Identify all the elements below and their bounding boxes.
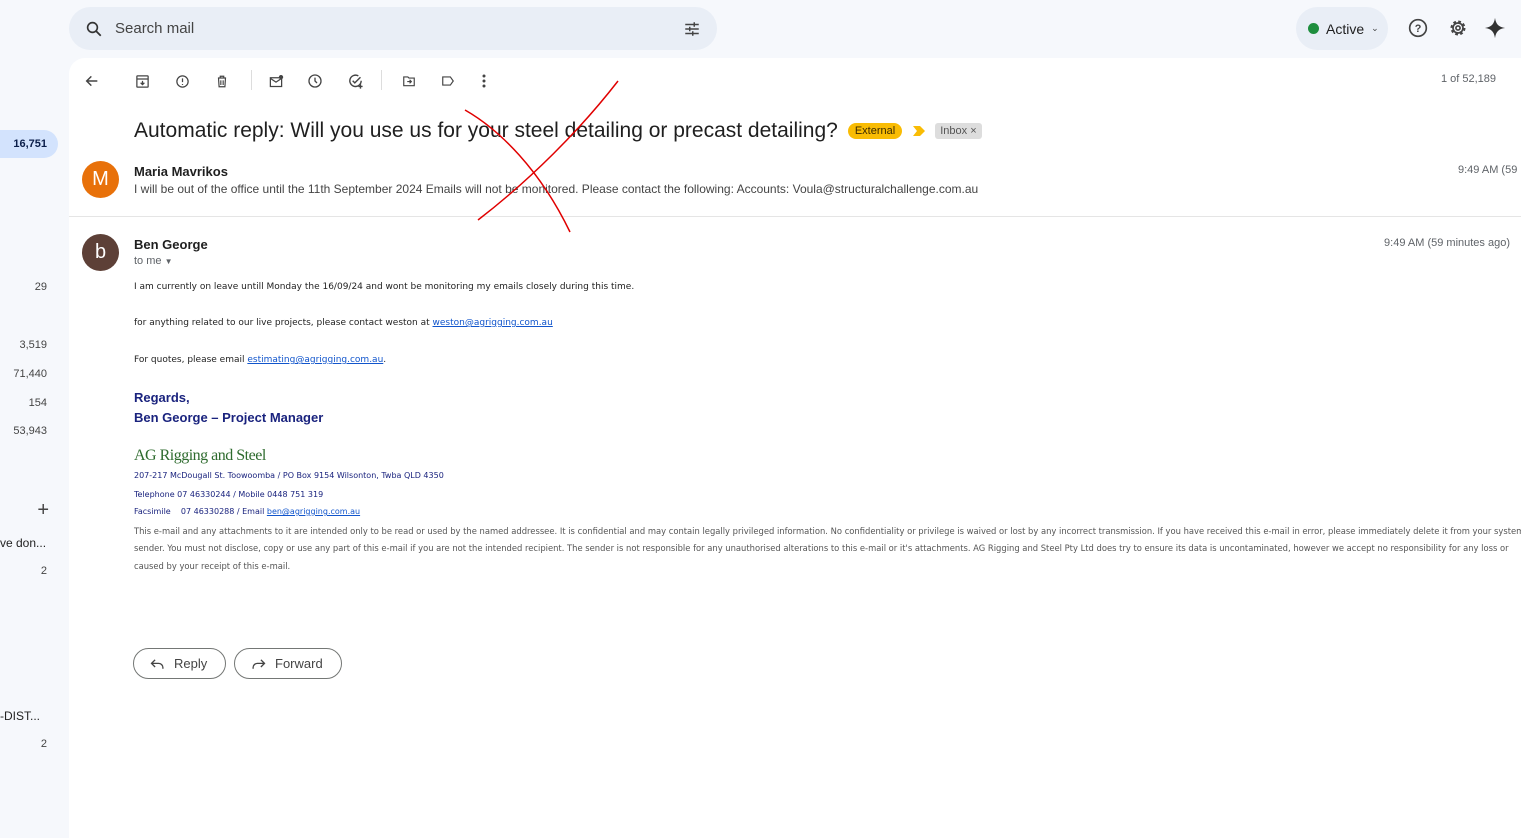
sidebar: 16,751 29 3,519 71,440 154 53,943 + ve d…: [0, 0, 69, 832]
body-line: I am currently on leave untill Monday th…: [134, 282, 635, 292]
reply-label: Reply: [174, 656, 208, 671]
external-badge: External: [847, 123, 903, 139]
search-input[interactable]: [115, 20, 683, 37]
message-view: 1 of 52,189 Automatic reply: Will you us…: [69, 58, 1521, 838]
status-selector[interactable]: Active ⌄: [1296, 7, 1388, 50]
fax-text: Facsimile 07 46330288 / Email: [134, 507, 267, 516]
reply-button[interactable]: Reply: [133, 648, 227, 679]
sidebar-label[interactable]: -DIST...: [0, 709, 40, 723]
sidebar-count[interactable]: 53,943: [13, 425, 47, 437]
back-arrow-icon[interactable]: [81, 70, 103, 92]
reply-arrow-icon: [150, 658, 164, 669]
sidebar-count[interactable]: 2: [41, 565, 47, 577]
disclaimer-line: This e-mail and any attachments to it ar…: [134, 526, 1521, 536]
recipient-text: to me: [134, 255, 162, 267]
sidebar-count[interactable]: 3,519: [19, 339, 47, 351]
search-icon[interactable]: [85, 20, 103, 38]
disclaimer-line: sender. You must not disclose, copy or u…: [134, 543, 1509, 553]
sender-name[interactable]: Maria Mavrikos: [134, 164, 228, 179]
sidebar-count[interactable]: 2: [41, 738, 47, 750]
delete-trash-icon[interactable]: [211, 70, 233, 92]
email-link[interactable]: weston@agrigging.com.au: [433, 318, 553, 328]
snooze-clock-icon[interactable]: [304, 70, 326, 92]
add-label-button[interactable]: +: [37, 499, 49, 522]
email-link[interactable]: ben@agrigging.com.au: [267, 507, 360, 516]
email-link[interactable]: estimating@agrigging.com.au: [247, 355, 383, 365]
sidebar-count[interactable]: 154: [29, 397, 47, 409]
sender-name[interactable]: Ben George: [134, 237, 208, 252]
body-text: For quotes, please email: [134, 355, 248, 365]
sidebar-label[interactable]: ve don...: [0, 536, 46, 550]
subject-text: Automatic reply: Will you use us for you…: [134, 119, 838, 142]
move-to-folder-icon[interactable]: [398, 70, 420, 92]
avatar[interactable]: M: [82, 161, 119, 198]
forward-label: Forward: [275, 656, 323, 671]
forward-arrow-icon: [252, 658, 266, 669]
body-line: For quotes, please email estimating@agri…: [134, 355, 386, 365]
status-label: Active: [1326, 20, 1365, 37]
toolbar-divider: [381, 70, 382, 90]
message-snippet[interactable]: I will be out of the office until the 11…: [134, 182, 978, 196]
body-text: for anything related to our live project…: [134, 318, 433, 328]
settings-gear-icon[interactable]: [1447, 17, 1469, 39]
disclaimer-line: caused by your receipt of this e-mail.: [134, 561, 291, 571]
mark-unread-icon[interactable]: [265, 70, 287, 92]
chevron-down-icon: ⌄: [1371, 23, 1379, 33]
more-options-icon[interactable]: [473, 70, 495, 92]
label-tag-icon[interactable]: [437, 70, 459, 92]
search-options-icon[interactable]: [683, 20, 701, 38]
help-icon[interactable]: ?: [1407, 17, 1429, 39]
importance-marker-icon[interactable]: [913, 126, 926, 136]
svg-text:?: ?: [1415, 23, 1422, 35]
archive-icon[interactable]: [131, 70, 153, 92]
sidebar-count[interactable]: 29: [35, 281, 47, 293]
caret-down-icon[interactable]: ▼: [165, 257, 173, 266]
signature-fax: Facsimile 07 46330288 / Email ben@agrigg…: [134, 507, 360, 516]
message-counter: 1 of 52,189: [1440, 73, 1496, 85]
company-logo: AG Rigging and Steel: [134, 447, 266, 464]
report-spam-icon[interactable]: [171, 70, 193, 92]
signature-regards: Regards,: [134, 390, 190, 405]
add-task-icon[interactable]: [344, 70, 366, 92]
message-time: 9:49 AM (59 minutes ago): [1384, 237, 1510, 249]
thread-subject: Automatic reply: Will you use us for you…: [134, 119, 982, 143]
toolbar-divider: [251, 70, 252, 90]
sidebar-item-inbox-count[interactable]: 16,751: [0, 130, 58, 158]
gemini-sparkle-icon[interactable]: [1484, 17, 1506, 39]
forward-button[interactable]: Forward: [234, 648, 342, 679]
signature-address: 207-217 McDougall St. Toowoomba / PO Box…: [134, 471, 444, 480]
signature-name: Ben George – Project Manager: [134, 410, 324, 425]
inbox-label: Inbox ×: [935, 123, 982, 139]
body-text: .: [383, 355, 387, 365]
sidebar-count[interactable]: 71,440: [13, 368, 47, 380]
divider: [69, 216, 1521, 217]
body-line: for anything related to our live project…: [134, 318, 553, 328]
recipient-details[interactable]: to me ▼: [134, 255, 173, 267]
search-bar: [69, 7, 717, 50]
avatar[interactable]: b: [82, 234, 119, 271]
remove-label-button[interactable]: ×: [970, 125, 976, 137]
inbox-label-text: Inbox: [940, 125, 968, 137]
status-dot: [1308, 23, 1319, 34]
signature-phone: Telephone 07 46330244 / Mobile 0448 751 …: [134, 490, 324, 499]
message-time: 9:49 AM (59 minutes ago): [1458, 164, 1521, 176]
